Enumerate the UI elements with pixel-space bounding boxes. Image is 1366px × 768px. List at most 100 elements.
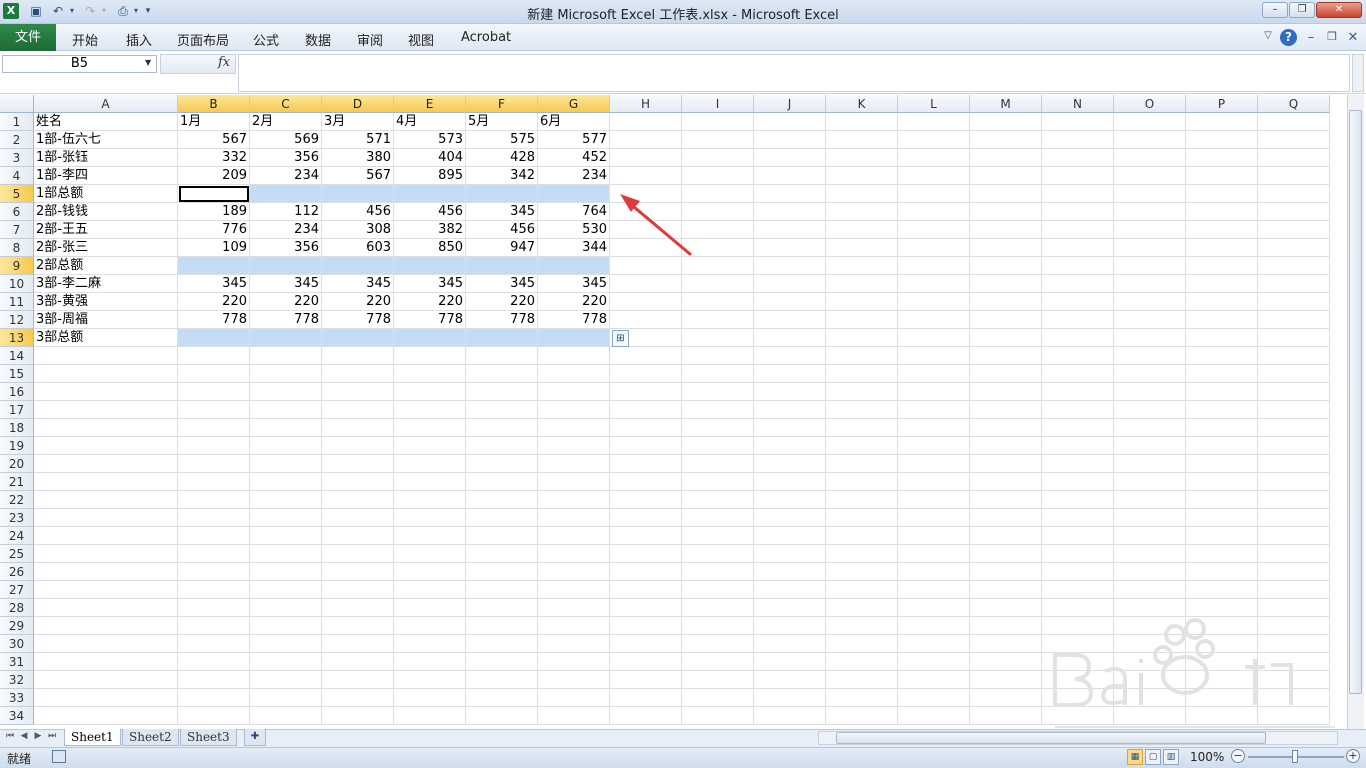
- cell-n21[interactable]: [1042, 473, 1114, 491]
- cell-q20[interactable]: [1258, 455, 1330, 473]
- cell-i26[interactable]: [682, 563, 754, 581]
- cell-i3[interactable]: [682, 149, 754, 167]
- cell-a33[interactable]: [34, 689, 178, 707]
- cell-o7[interactable]: [1114, 221, 1186, 239]
- cell-j21[interactable]: [754, 473, 826, 491]
- cell-p7[interactable]: [1186, 221, 1258, 239]
- cell-p24[interactable]: [1186, 527, 1258, 545]
- column-header-i[interactable]: I: [682, 95, 754, 113]
- cell-l30[interactable]: [898, 635, 970, 653]
- cell-i1[interactable]: [682, 113, 754, 131]
- cell-k18[interactable]: [826, 419, 898, 437]
- cell-m24[interactable]: [970, 527, 1042, 545]
- row-header-26[interactable]: 26: [0, 563, 34, 581]
- cell-h19[interactable]: [610, 437, 682, 455]
- cell-h21[interactable]: [610, 473, 682, 491]
- cell-b26[interactable]: [178, 563, 250, 581]
- cell-e20[interactable]: [394, 455, 466, 473]
- cell-e11[interactable]: 220: [394, 293, 466, 311]
- column-header-l[interactable]: L: [898, 95, 970, 113]
- cell-o11[interactable]: [1114, 293, 1186, 311]
- sheet-tab-sheet2[interactable]: Sheet2: [122, 729, 179, 746]
- cell-p10[interactable]: [1186, 275, 1258, 293]
- cell-n26[interactable]: [1042, 563, 1114, 581]
- cell-c9[interactable]: [250, 257, 322, 275]
- cell-b3[interactable]: 332: [178, 149, 250, 167]
- cell-n22[interactable]: [1042, 491, 1114, 509]
- cell-d7[interactable]: 308: [322, 221, 394, 239]
- tab-review[interactable]: 审阅: [357, 30, 383, 49]
- cell-c12[interactable]: 778: [250, 311, 322, 329]
- cell-e3[interactable]: 404: [394, 149, 466, 167]
- row-header-34[interactable]: 34: [0, 707, 34, 725]
- cell-i31[interactable]: [682, 653, 754, 671]
- cell-p8[interactable]: [1186, 239, 1258, 257]
- cell-h18[interactable]: [610, 419, 682, 437]
- cell-n10[interactable]: [1042, 275, 1114, 293]
- cell-d27[interactable]: [322, 581, 394, 599]
- row-header-24[interactable]: 24: [0, 527, 34, 545]
- cell-l15[interactable]: [898, 365, 970, 383]
- cell-l5[interactable]: [898, 185, 970, 203]
- cell-k23[interactable]: [826, 509, 898, 527]
- cell-f32[interactable]: [466, 671, 538, 689]
- zoom-level[interactable]: 100%: [1190, 750, 1224, 764]
- cell-f12[interactable]: 778: [466, 311, 538, 329]
- row-header-7[interactable]: 7: [0, 221, 34, 239]
- column-header-e[interactable]: E: [394, 95, 466, 113]
- cell-a27[interactable]: [34, 581, 178, 599]
- cell-f5[interactable]: [466, 185, 538, 203]
- cell-n24[interactable]: [1042, 527, 1114, 545]
- cell-e31[interactable]: [394, 653, 466, 671]
- cell-j15[interactable]: [754, 365, 826, 383]
- cell-n5[interactable]: [1042, 185, 1114, 203]
- row-header-33[interactable]: 33: [0, 689, 34, 707]
- help-icon[interactable]: ?: [1280, 29, 1297, 46]
- row-header-14[interactable]: 14: [0, 347, 34, 365]
- cell-j4[interactable]: [754, 167, 826, 185]
- row-header-16[interactable]: 16: [0, 383, 34, 401]
- cell-g3[interactable]: 452: [538, 149, 610, 167]
- macro-record-icon[interactable]: [52, 750, 66, 763]
- cell-k30[interactable]: [826, 635, 898, 653]
- cell-l23[interactable]: [898, 509, 970, 527]
- cell-o23[interactable]: [1114, 509, 1186, 527]
- cell-g20[interactable]: [538, 455, 610, 473]
- tab-data[interactable]: 数据: [305, 30, 331, 49]
- cell-j29[interactable]: [754, 617, 826, 635]
- cell-d20[interactable]: [322, 455, 394, 473]
- cell-e14[interactable]: [394, 347, 466, 365]
- tab-page-layout[interactable]: 页面布局: [177, 30, 229, 49]
- cell-q15[interactable]: [1258, 365, 1330, 383]
- cell-g15[interactable]: [538, 365, 610, 383]
- cell-p9[interactable]: [1186, 257, 1258, 275]
- cell-i25[interactable]: [682, 545, 754, 563]
- cell-o6[interactable]: [1114, 203, 1186, 221]
- cell-q1[interactable]: [1258, 113, 1330, 131]
- cell-d30[interactable]: [322, 635, 394, 653]
- cell-c10[interactable]: 345: [250, 275, 322, 293]
- cell-d10[interactable]: 345: [322, 275, 394, 293]
- cell-c6[interactable]: 112: [250, 203, 322, 221]
- cell-b21[interactable]: [178, 473, 250, 491]
- cell-f1[interactable]: 5月: [466, 113, 538, 131]
- cell-e22[interactable]: [394, 491, 466, 509]
- cell-b14[interactable]: [178, 347, 250, 365]
- cell-e5[interactable]: [394, 185, 466, 203]
- cell-b18[interactable]: [178, 419, 250, 437]
- cell-p12[interactable]: [1186, 311, 1258, 329]
- column-header-g[interactable]: G: [538, 95, 610, 113]
- cell-l27[interactable]: [898, 581, 970, 599]
- cell-m23[interactable]: [970, 509, 1042, 527]
- cell-m13[interactable]: [970, 329, 1042, 347]
- cell-p13[interactable]: [1186, 329, 1258, 347]
- cell-h10[interactable]: [610, 275, 682, 293]
- cell-d16[interactable]: [322, 383, 394, 401]
- cell-a30[interactable]: [34, 635, 178, 653]
- cell-d11[interactable]: 220: [322, 293, 394, 311]
- cell-h14[interactable]: [610, 347, 682, 365]
- cell-c13[interactable]: [250, 329, 322, 347]
- column-header-h[interactable]: H: [610, 95, 682, 113]
- cell-k12[interactable]: [826, 311, 898, 329]
- row-header-15[interactable]: 15: [0, 365, 34, 383]
